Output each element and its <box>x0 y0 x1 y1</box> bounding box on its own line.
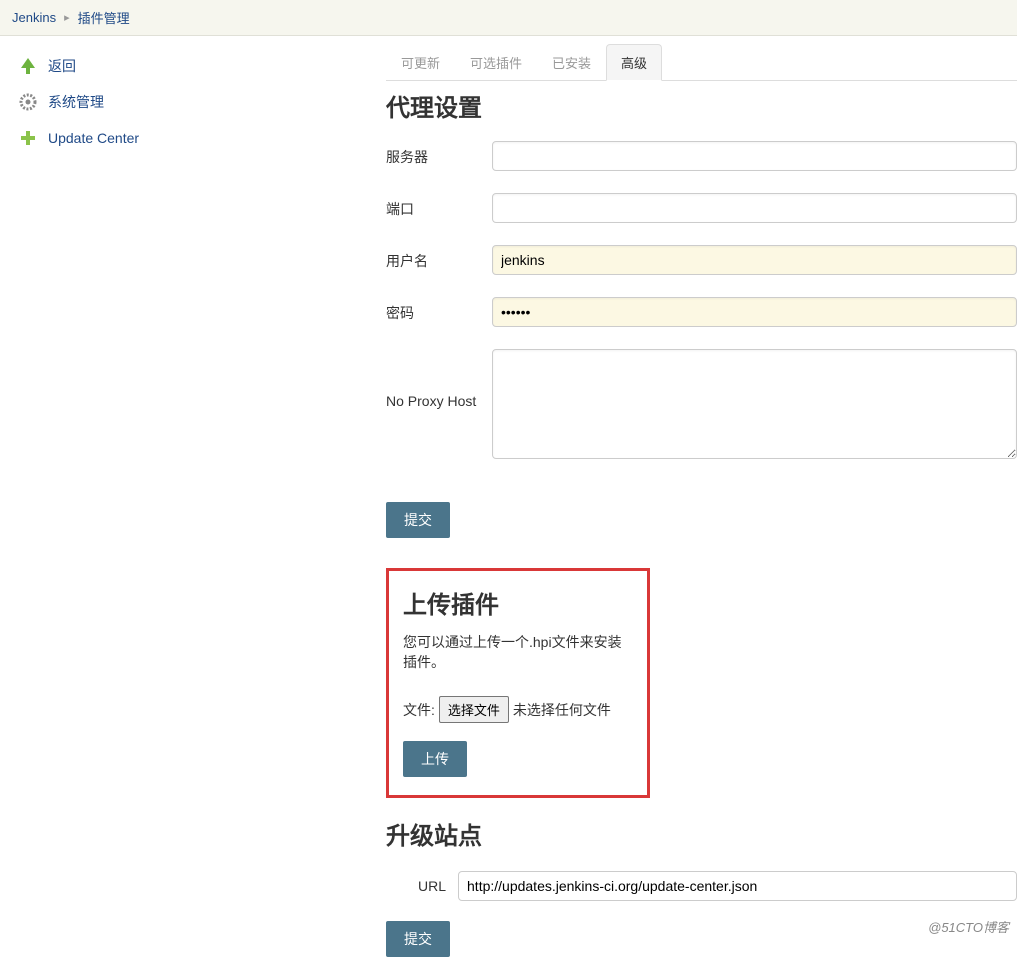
tab-updates[interactable]: 可更新 <box>386 44 455 81</box>
upload-button[interactable]: 上传 <box>403 741 467 777</box>
url-input[interactable] <box>458 871 1017 901</box>
breadcrumb: Jenkins ▸ 插件管理 <box>0 0 1017 36</box>
breadcrumb-page[interactable]: 插件管理 <box>78 8 130 27</box>
no-file-text: 未选择任何文件 <box>513 700 611 720</box>
username-input[interactable] <box>492 245 1017 275</box>
url-label: URL <box>418 878 446 894</box>
watermark: @51CTO博客 <box>928 917 1009 936</box>
no-proxy-input[interactable] <box>492 349 1017 459</box>
upload-description: 您可以通过上传一个.hpi文件来安装插件。 <box>403 632 633 672</box>
up-arrow-icon <box>16 54 40 78</box>
proxy-heading: 代理设置 <box>386 88 1017 123</box>
update-site-heading: 升级站点 <box>386 816 1017 851</box>
upload-heading: 上传插件 <box>403 585 633 620</box>
upload-section: 上传插件 您可以通过上传一个.hpi文件来安装插件。 文件: 选择文件 未选择任… <box>386 568 650 798</box>
sidebar-item-update-center[interactable]: Update Center <box>8 120 378 156</box>
server-input[interactable] <box>492 141 1017 171</box>
file-label: 文件: <box>403 700 435 720</box>
plugin-icon <box>16 126 40 150</box>
port-input[interactable] <box>492 193 1017 223</box>
tab-installed[interactable]: 已安装 <box>537 44 606 81</box>
breadcrumb-separator-icon: ▸ <box>64 11 70 24</box>
sidebar: 返回 系统管理 Update Center <box>0 36 386 957</box>
tab-bar: 可更新 可选插件 已安装 高级 <box>386 44 1017 81</box>
password-input[interactable] <box>492 297 1017 327</box>
tab-advanced[interactable]: 高级 <box>606 44 662 81</box>
gear-icon <box>16 90 40 114</box>
username-label: 用户名 <box>386 245 492 271</box>
server-label: 服务器 <box>386 141 492 167</box>
sidebar-item-manage[interactable]: 系统管理 <box>8 84 378 120</box>
choose-file-button[interactable]: 选择文件 <box>439 696 509 723</box>
proxy-submit-button[interactable]: 提交 <box>386 502 450 538</box>
no-proxy-label: No Proxy Host <box>386 349 492 409</box>
password-label: 密码 <box>386 297 492 323</box>
sidebar-item-label: 返回 <box>48 56 76 76</box>
update-site-submit-button[interactable]: 提交 <box>386 921 450 957</box>
sidebar-item-back[interactable]: 返回 <box>8 48 378 84</box>
tab-available[interactable]: 可选插件 <box>455 44 537 81</box>
port-label: 端口 <box>386 193 492 219</box>
sidebar-item-label: 系统管理 <box>48 92 104 112</box>
main-content: 可更新 可选插件 已安装 高级 代理设置 服务器 端口 用户名 密码 No Pr… <box>386 36 1017 957</box>
breadcrumb-root[interactable]: Jenkins <box>12 10 56 25</box>
sidebar-item-label: Update Center <box>48 130 139 146</box>
